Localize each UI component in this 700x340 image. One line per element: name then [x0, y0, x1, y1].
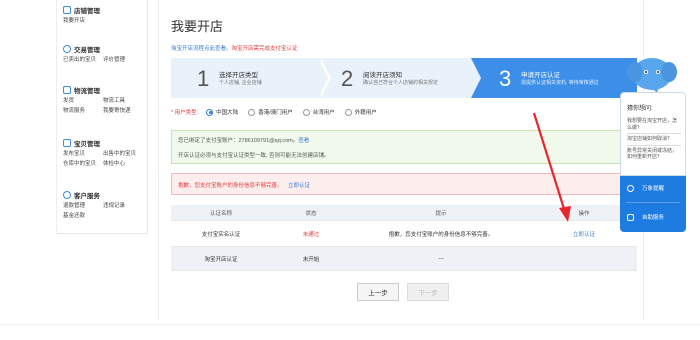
divider — [626, 202, 680, 203]
faq-item[interactable]: 账号异常关闭或冻结，如何重新开店？ — [627, 146, 681, 163]
faq-title: 猜你想问: — [627, 106, 653, 112]
faq-panel: 猜你想问: 我想要在淘宝开店，怎么做？ 淘宝店铺如何取消？ 账号异常关闭或冻结，… — [620, 92, 686, 176]
help-widget: 猜你想问: 我想要在淘宝开店，怎么做？ 淘宝店铺如何取消？ 账号异常关闭或冻结，… — [620, 58, 686, 232]
elephant-mascot-icon — [627, 58, 677, 93]
reminder-button[interactable]: 万象提醒 — [620, 176, 686, 200]
bell-icon — [627, 184, 634, 192]
widget-actions: 万象提醒 自助服务 — [620, 176, 686, 232]
faq-item[interactable]: 淘宝店铺如何取消？ — [627, 134, 681, 146]
divider — [0, 324, 700, 325]
annotation-arrow — [532, 112, 571, 222]
self-service-button[interactable]: 自助服务 — [620, 205, 686, 229]
button-label: 万象提醒 — [642, 186, 665, 192]
faq-item[interactable]: 我想要在淘宝开店，怎么做？ — [627, 116, 681, 134]
button-label: 自助服务 — [642, 215, 665, 221]
chat-icon — [627, 213, 634, 221]
